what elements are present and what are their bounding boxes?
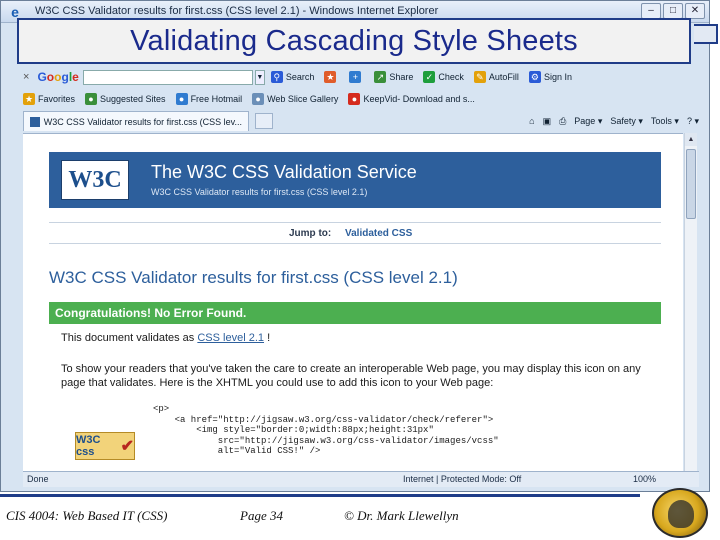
share-label: Share: [389, 72, 414, 82]
search-dropdown-icon[interactable]: ▼: [254, 69, 265, 85]
favorite-link-label: Free Hotmail: [190, 94, 243, 104]
check-label: Check: [438, 72, 464, 82]
seal-emblem: [668, 500, 694, 528]
print-icon[interactable]: ⎙: [559, 116, 566, 127]
validation-suffix: !: [264, 332, 271, 344]
valid-css-badge[interactable]: W3C css ✔: [75, 432, 135, 460]
congratulations-banner: Congratulations! No Error Found.: [49, 302, 661, 324]
favorites-star-icon: ★: [23, 93, 35, 105]
tools-menu-label: Tools: [650, 116, 672, 126]
scroll-up-icon[interactable]: ▲: [685, 133, 697, 146]
university-seal-logo: [652, 488, 708, 538]
vertical-scrollbar[interactable]: ▲: [684, 133, 697, 471]
web-slice-icon: ●: [252, 93, 265, 105]
page-menu-label: Page: [574, 116, 596, 126]
tools-menu[interactable]: Tools ▾: [651, 116, 679, 127]
suggested-sites-icon: ●: [85, 93, 98, 105]
footer-divider: [0, 494, 640, 497]
feeds-icon[interactable]: ▣: [543, 116, 552, 127]
favorite-link[interactable]: ● Suggested Sites: [85, 93, 166, 105]
google-logo-letter: g: [61, 70, 69, 84]
footer-copyright: © Dr. Mark Llewellyn: [344, 508, 459, 523]
favorite-link[interactable]: ● KeepVid- Download and s...: [348, 93, 475, 105]
slide-title-edge: [694, 24, 718, 44]
favorites-button[interactable]: ★ Favorites: [23, 93, 75, 105]
plus-icon: +: [349, 71, 362, 83]
autofill-icon: ✎: [473, 71, 486, 83]
checkmark-icon: ✔: [120, 438, 134, 455]
page-content: W3C The W3C CSS Validation Service W3C C…: [23, 133, 683, 471]
status-text: Done: [27, 474, 49, 484]
icon-instructions: To show your readers that you've taken t…: [61, 363, 641, 389]
tab-bar: W3C CSS Validator results for first.css …: [23, 111, 699, 131]
bookmark-star-icon: ★: [324, 71, 337, 83]
new-tab-button[interactable]: [255, 113, 273, 129]
w3c-banner: W3C The W3C CSS Validation Service W3C C…: [49, 152, 661, 208]
safety-menu[interactable]: Safety ▾: [610, 116, 643, 127]
wrench-icon: ⚙: [528, 71, 541, 83]
keepvid-icon: ●: [348, 93, 361, 105]
google-logo-letter: G: [37, 70, 47, 84]
help-menu-label: ?: [686, 116, 692, 126]
search-label: Search: [285, 72, 315, 82]
google-logo-letter: e: [72, 70, 79, 84]
favorites-bar: ★ Favorites ● Suggested Sites ● Free Hotmai…: [23, 89, 699, 109]
validation-prefix: This document validates as: [61, 332, 198, 344]
add-icon[interactable]: +: [349, 71, 364, 83]
favorite-link-label: Web Slice Gallery: [267, 94, 339, 104]
favorite-link-label: Suggested Sites: [100, 94, 166, 104]
zoom-level[interactable]: 100%: [633, 474, 656, 484]
share-button[interactable]: ↗ Share: [374, 71, 413, 83]
favorite-link[interactable]: ● Web Slice Gallery: [252, 93, 338, 105]
google-search-input[interactable]: [82, 69, 253, 85]
results-heading: W3C CSS Validator results for first.css …: [49, 268, 458, 287]
google-logo: Google: [37, 70, 78, 84]
autofill-label: AutoFill: [488, 72, 519, 82]
tab-w3c-validator[interactable]: W3C CSS Validator results for first.css …: [23, 111, 249, 131]
security-zone[interactable]: Internet | Protected Mode: Off: [403, 474, 521, 484]
hotmail-icon: ●: [175, 93, 188, 105]
footer-page-number: Page 34: [240, 508, 283, 523]
autofill-button[interactable]: ✎ AutoFill: [473, 71, 519, 83]
safety-menu-label: Safety: [610, 116, 636, 126]
browser-window: e W3C CSS Validator results for first.cs…: [0, 0, 710, 492]
css-level-link[interactable]: CSS level 2.1: [197, 332, 264, 344]
google-toolbar: × Google ▼ ⚲ Search ★ + ↗ Share ✓ Check ✎ Au…: [23, 67, 699, 87]
home-icon[interactable]: ⌂: [529, 116, 534, 126]
jump-label: Jump to:: [289, 228, 332, 239]
maximize-button[interactable]: □: [663, 3, 683, 19]
scroll-thumb[interactable]: [686, 149, 696, 219]
bookmark-icon[interactable]: ★: [324, 71, 339, 83]
w3c-favicon-icon: [30, 116, 40, 127]
banner-subtitle: W3C CSS Validator results for first.css …: [151, 187, 368, 197]
check-button[interactable]: ✓ Check: [423, 71, 464, 83]
page-menu[interactable]: Page ▾: [574, 116, 602, 127]
xhtml-code-snippet: <p> <a href="http://jigsaw.w3.org/css-va…: [153, 404, 499, 456]
validated-css-link[interactable]: Validated CSS: [345, 228, 412, 239]
spellcheck-icon: ✓: [423, 71, 436, 83]
status-bar: Done Internet | Protected Mode: Off 100%: [23, 471, 699, 487]
validation-message: This document validates as CSS level 2.1…: [61, 332, 270, 344]
close-toolbar-icon[interactable]: ×: [23, 71, 29, 83]
minimize-button[interactable]: –: [641, 3, 661, 19]
window-title: W3C CSS Validator results for first.css …: [35, 5, 439, 17]
window-controls: – □ ✕: [641, 3, 705, 19]
help-menu[interactable]: ? ▾: [687, 116, 699, 127]
banner-heading: The W3C CSS Validation Service: [151, 162, 417, 182]
search-icon: ⚲: [270, 71, 283, 83]
favorites-label: Favorites: [38, 94, 76, 104]
search-button[interactable]: ⚲ Search: [270, 71, 315, 83]
footer-course: CIS 4004: Web Based IT (CSS): [6, 508, 168, 523]
close-button[interactable]: ✕: [685, 3, 705, 19]
favorite-link[interactable]: ● Free Hotmail: [175, 93, 243, 105]
signin-button[interactable]: ⚙ Sign In: [528, 71, 572, 83]
signin-label: Sign In: [543, 72, 572, 82]
slide-title: Validating Cascading Style Sheets: [17, 18, 691, 64]
w3c-logo[interactable]: W3C: [61, 160, 129, 200]
favorite-link-label: KeepVid- Download and s...: [363, 94, 475, 104]
badge-text: W3C css: [76, 434, 101, 458]
tab-title: W3C CSS Validator results for first.css …: [43, 116, 242, 127]
share-icon: ↗: [374, 71, 387, 83]
jump-navigation: Jump to: Validated CSS: [49, 222, 661, 244]
